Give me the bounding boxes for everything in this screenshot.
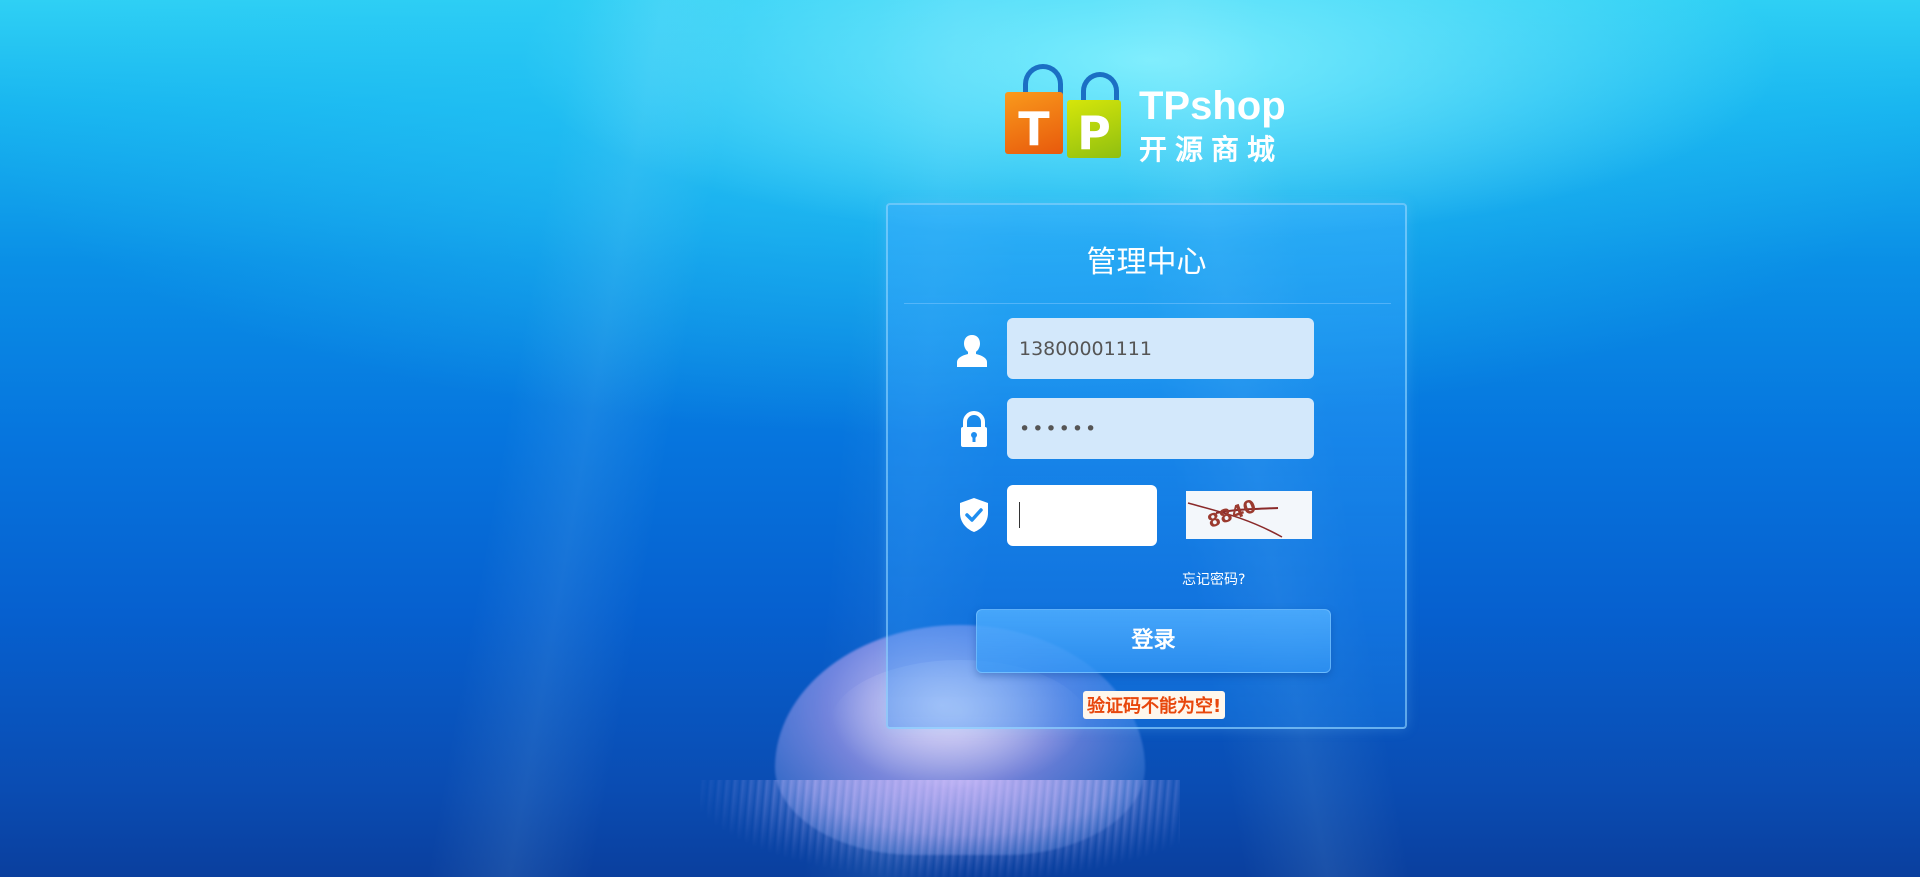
user-icon — [957, 335, 987, 367]
forgot-password-link[interactable]: 忘记密码? — [1182, 569, 1245, 589]
text-cursor — [1019, 502, 1020, 528]
login-panel: 管理中心 8840 忘记密码? 登录 验证码不能为空! — [886, 203, 1407, 729]
brand-name-en: TPshop — [1139, 84, 1286, 128]
logo-bag-p: P — [1067, 100, 1121, 158]
error-message: 验证码不能为空! — [1083, 691, 1226, 719]
username-input[interactable] — [1007, 318, 1314, 379]
lock-icon — [961, 411, 987, 447]
captcha-char: 8840 — [1205, 496, 1259, 533]
brand-name-cn: 开源商城 — [1139, 133, 1284, 166]
password-input[interactable] — [1007, 398, 1314, 459]
tpshop-logo: T P TPshop 开源商城 — [1005, 60, 1305, 166]
jellyfish-tentacles — [700, 780, 1180, 877]
logo-bag-t: T — [1005, 92, 1063, 154]
shield-check-icon — [960, 498, 988, 532]
captcha-image[interactable]: 8840 — [1186, 491, 1312, 539]
captcha-input[interactable] — [1007, 485, 1157, 546]
login-button[interactable]: 登录 — [976, 609, 1331, 673]
panel-title: 管理中心 — [1086, 245, 1207, 280]
title-divider — [904, 303, 1391, 304]
